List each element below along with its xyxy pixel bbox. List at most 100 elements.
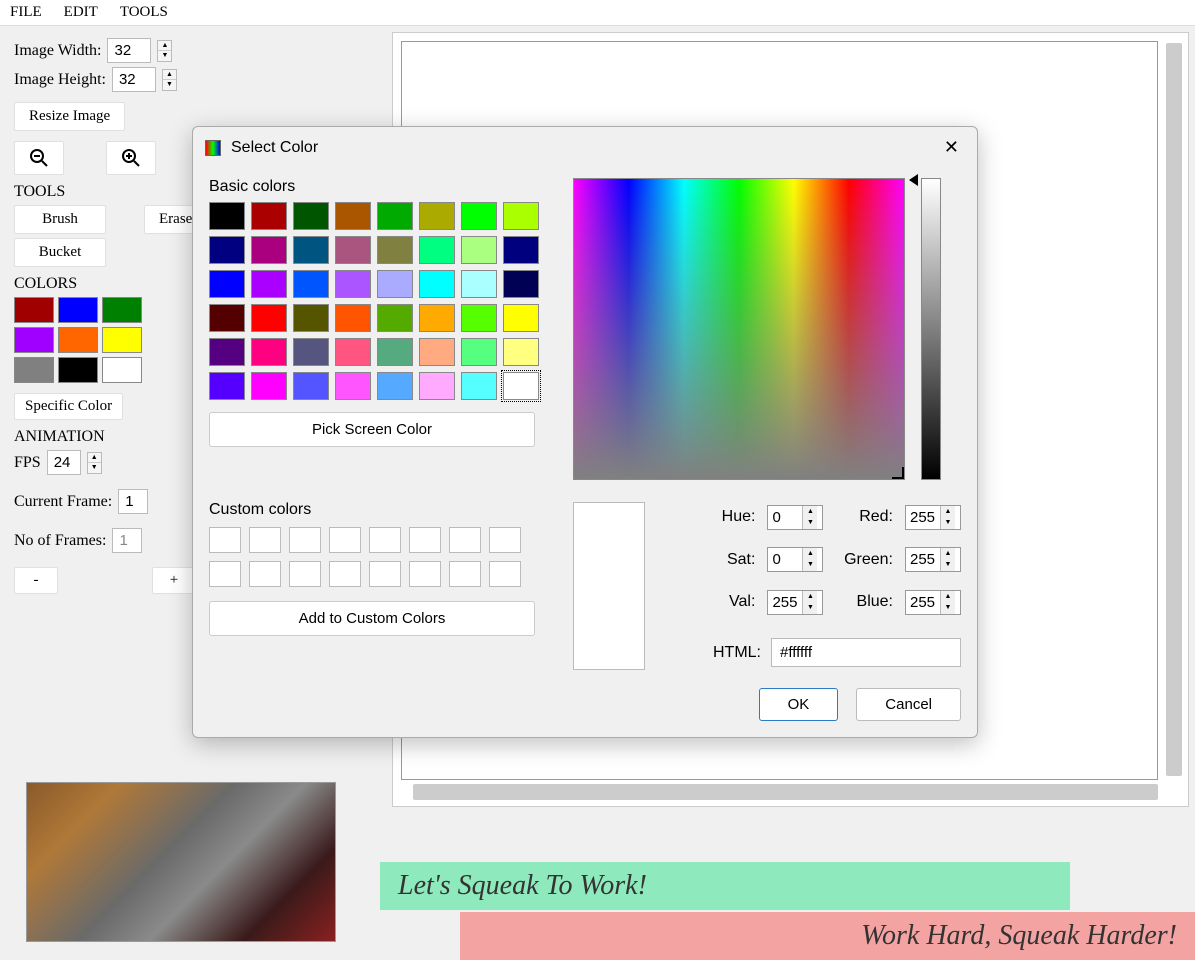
custom-color-slot[interactable] [329,561,361,587]
menu-edit[interactable]: EDIT [64,4,98,21]
basic-color-swatch[interactable] [377,372,413,400]
custom-color-slot[interactable] [489,527,521,553]
height-spinner[interactable]: ▲▼ [162,69,177,91]
specific-color-button[interactable]: Specific Color [14,393,123,420]
basic-color-swatch[interactable] [293,304,329,332]
menu-file[interactable]: FILE [10,4,42,21]
basic-color-swatch[interactable] [251,372,287,400]
basic-color-swatch[interactable] [377,202,413,230]
palette-swatch[interactable] [58,297,98,323]
basic-color-swatch[interactable] [293,338,329,366]
basic-color-swatch[interactable] [293,202,329,230]
red-input[interactable]: ▲▼ [905,505,961,530]
basic-color-swatch[interactable] [293,372,329,400]
basic-color-swatch[interactable] [419,236,455,264]
add-to-custom-colors-button[interactable]: Add to Custom Colors [209,601,535,636]
bucket-button[interactable]: Bucket [14,238,106,267]
basic-color-swatch[interactable] [209,372,245,400]
basic-color-swatch[interactable] [335,304,371,332]
custom-color-slot[interactable] [329,527,361,553]
custom-color-slot[interactable] [289,561,321,587]
basic-color-swatch[interactable] [419,372,455,400]
palette-swatch[interactable] [14,357,54,383]
basic-color-swatch[interactable] [251,304,287,332]
basic-color-swatch[interactable] [251,338,287,366]
basic-color-swatch[interactable] [335,372,371,400]
hue-input[interactable]: ▲▼ [767,505,823,530]
sat-input[interactable]: ▲▼ [767,547,823,572]
vertical-scrollbar[interactable] [1166,43,1182,776]
val-input[interactable]: ▲▼ [767,590,823,615]
palette-swatch[interactable] [58,327,98,353]
basic-color-swatch[interactable] [419,270,455,298]
custom-color-slot[interactable] [209,561,241,587]
image-height-input[interactable]: 32 [112,67,156,92]
custom-color-slot[interactable] [489,561,521,587]
fps-spinner[interactable]: ▲▼ [87,452,102,474]
custom-color-slot[interactable] [409,527,441,553]
basic-color-swatch[interactable] [419,338,455,366]
frame-plus-button[interactable]: + [152,567,196,594]
pick-screen-color-button[interactable]: Pick Screen Color [209,412,535,447]
fps-input[interactable]: 24 [47,450,81,475]
basic-color-swatch[interactable] [419,202,455,230]
basic-color-swatch[interactable] [251,236,287,264]
cancel-button[interactable]: Cancel [856,688,961,721]
basic-color-swatch[interactable] [209,304,245,332]
palette-swatch[interactable] [102,327,142,353]
basic-color-swatch[interactable] [461,270,497,298]
basic-color-swatch[interactable] [335,270,371,298]
custom-color-slot[interactable] [449,527,481,553]
hue-sat-picker[interactable] [573,178,905,480]
basic-color-swatch[interactable] [377,338,413,366]
basic-color-swatch[interactable] [461,236,497,264]
basic-color-swatch[interactable] [503,304,539,332]
blue-input[interactable]: ▲▼ [905,590,961,615]
basic-color-swatch[interactable] [377,304,413,332]
ok-button[interactable]: OK [759,688,839,721]
basic-color-swatch[interactable] [461,338,497,366]
html-input[interactable] [771,638,961,667]
basic-color-swatch[interactable] [209,202,245,230]
palette-swatch[interactable] [102,357,142,383]
basic-color-swatch[interactable] [503,236,539,264]
green-input[interactable]: ▲▼ [905,547,961,572]
basic-color-swatch[interactable] [293,236,329,264]
custom-color-slot[interactable] [249,561,281,587]
custom-color-slot[interactable] [369,527,401,553]
basic-color-swatch[interactable] [419,304,455,332]
custom-color-slot[interactable] [209,527,241,553]
width-spinner[interactable]: ▲▼ [157,40,172,62]
basic-color-swatch[interactable] [209,236,245,264]
basic-color-swatch[interactable] [251,270,287,298]
basic-color-swatch[interactable] [335,338,371,366]
basic-color-swatch[interactable] [461,202,497,230]
basic-color-swatch[interactable] [503,338,539,366]
basic-color-swatch[interactable] [335,236,371,264]
custom-color-slot[interactable] [289,527,321,553]
value-slider[interactable] [921,178,941,480]
basic-color-swatch[interactable] [293,270,329,298]
basic-color-swatch[interactable] [461,372,497,400]
basic-color-swatch[interactable] [335,202,371,230]
menu-tools[interactable]: TOOLS [120,4,168,21]
palette-swatch[interactable] [14,297,54,323]
custom-color-slot[interactable] [409,561,441,587]
frame-minus-button[interactable]: - [14,567,58,594]
basic-color-swatch[interactable] [377,236,413,264]
palette-swatch[interactable] [58,357,98,383]
custom-color-slot[interactable] [369,561,401,587]
basic-color-swatch[interactable] [503,372,539,400]
zoom-in-button[interactable] [106,141,156,175]
resize-image-button[interactable]: Resize Image [14,102,125,131]
custom-color-slot[interactable] [249,527,281,553]
palette-swatch[interactable] [102,297,142,323]
zoom-out-button[interactable] [14,141,64,175]
image-width-input[interactable]: 32 [107,38,151,63]
close-icon[interactable]: ✕ [938,135,965,160]
palette-swatch[interactable] [14,327,54,353]
current-frame-input[interactable]: 1 [118,489,148,514]
basic-color-swatch[interactable] [209,338,245,366]
basic-color-swatch[interactable] [377,270,413,298]
basic-color-swatch[interactable] [461,304,497,332]
